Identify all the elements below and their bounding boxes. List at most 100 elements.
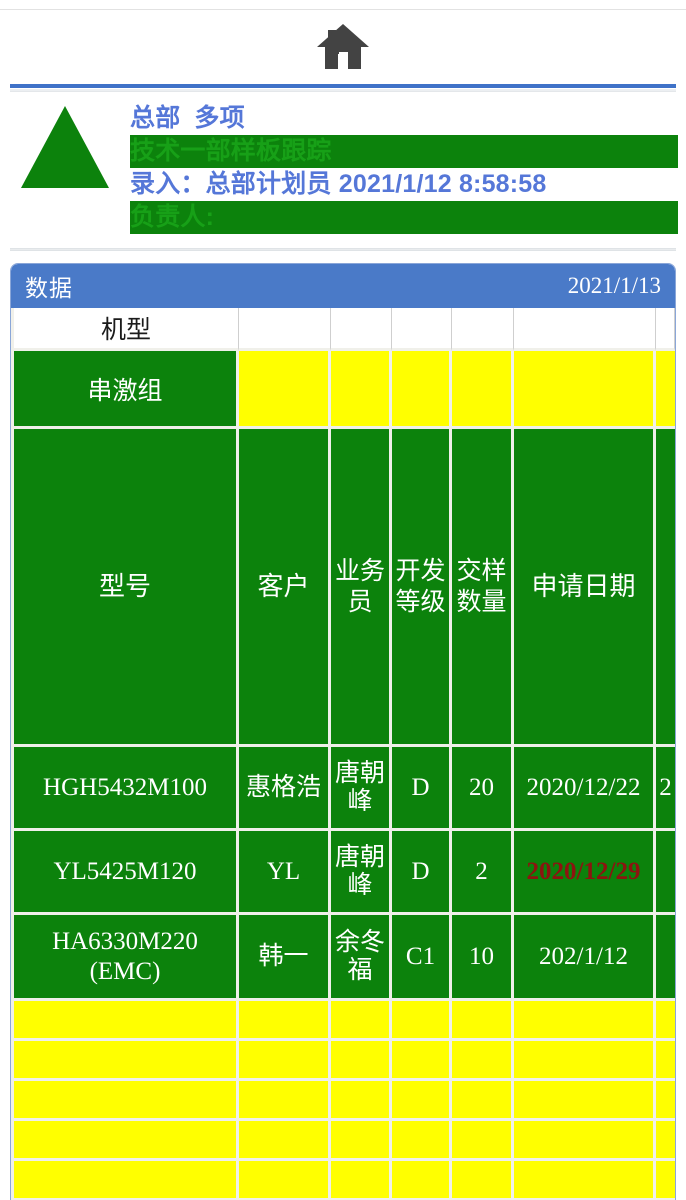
group-row-cell-2[interactable] bbox=[239, 351, 331, 429]
empty-cell[interactable] bbox=[514, 1041, 656, 1081]
table-row-empty[interactable] bbox=[11, 1001, 675, 1041]
empty-cell[interactable] bbox=[392, 1161, 452, 1200]
empty-cell[interactable] bbox=[331, 1121, 392, 1161]
column-header-model[interactable]: 型号 bbox=[11, 429, 239, 747]
empty-cell[interactable] bbox=[656, 1001, 675, 1041]
record-entry-label: 录入： bbox=[130, 170, 206, 198]
cell-sales[interactable]: 唐朝峰 bbox=[331, 831, 392, 915]
table-row-empty[interactable] bbox=[11, 1121, 675, 1161]
group-row-cell-6[interactable] bbox=[514, 351, 656, 429]
table-row[interactable]: HA6330M220 (EMC) 韩一 余冬福 C1 10 202/1/12 bbox=[11, 915, 675, 1001]
table-row-empty[interactable] bbox=[11, 1161, 675, 1200]
empty-cell[interactable] bbox=[514, 1161, 656, 1200]
cell-grade[interactable]: D bbox=[392, 747, 452, 831]
cell-sales[interactable]: 唐朝峰 bbox=[331, 747, 392, 831]
empty-cell[interactable] bbox=[239, 1161, 331, 1200]
empty-cell[interactable] bbox=[239, 1041, 331, 1081]
table-row[interactable]: HGH5432M100 惠格浩 唐朝峰 D 20 2020/12/22 2 bbox=[11, 747, 675, 831]
empty-cell[interactable] bbox=[656, 1081, 675, 1121]
cell-qty[interactable]: 20 bbox=[452, 747, 514, 831]
data-panel-date: 2021/1/13 bbox=[567, 273, 661, 298]
empty-cell[interactable] bbox=[392, 1001, 452, 1041]
record-entry-line: 录入：总部计划员 2021/1/12 8:58:58 bbox=[130, 168, 678, 201]
app-root: 总部 多项 技术一部样板跟踪 录入：总部计划员 2021/1/12 8:58:58… bbox=[0, 0, 686, 1200]
empty-cell[interactable] bbox=[239, 1121, 331, 1161]
record-entry-user: 总部计划员 bbox=[205, 170, 332, 198]
empty-cell[interactable] bbox=[656, 1041, 675, 1081]
record-entry-datetime: 2021/1/12 8:58:58 bbox=[338, 170, 547, 198]
record-org-type: 多项 bbox=[194, 104, 245, 132]
empty-cell[interactable] bbox=[11, 1001, 239, 1041]
data-panel-title: 数据 bbox=[25, 275, 73, 301]
home-nav-card[interactable] bbox=[10, 10, 676, 88]
cell-model[interactable]: HGH5432M100 bbox=[11, 747, 239, 831]
column-header-sales[interactable]: 业务员 bbox=[331, 429, 392, 747]
cell-qty[interactable]: 2 bbox=[452, 831, 514, 915]
empty-cell[interactable] bbox=[452, 1161, 514, 1200]
group-row-cell-4[interactable] bbox=[392, 351, 452, 429]
machine-row-blank-7 bbox=[656, 308, 675, 351]
empty-cell[interactable] bbox=[11, 1121, 239, 1161]
empty-cell[interactable] bbox=[452, 1001, 514, 1041]
cell-applied[interactable]: 2020/12/22 bbox=[514, 747, 656, 831]
cell-qty[interactable]: 10 bbox=[452, 915, 514, 1001]
cell-overflow[interactable] bbox=[656, 915, 675, 1001]
cell-client[interactable]: 惠格浩 bbox=[239, 747, 331, 831]
column-header-qty[interactable]: 交样数量 bbox=[452, 429, 514, 747]
table-row-empty[interactable] bbox=[11, 1041, 675, 1081]
cell-model[interactable]: HA6330M220 (EMC) bbox=[11, 915, 239, 1001]
record-info-lines: 总部 多项 技术一部样板跟踪 录入：总部计划员 2021/1/12 8:58:58… bbox=[130, 102, 686, 234]
machine-row-blank-4 bbox=[392, 308, 452, 351]
status-strip bbox=[0, 0, 686, 10]
empty-cell[interactable] bbox=[331, 1001, 392, 1041]
empty-cell[interactable] bbox=[331, 1161, 392, 1200]
column-header-grade[interactable]: 开发等级 bbox=[392, 429, 452, 747]
empty-cell[interactable] bbox=[11, 1081, 239, 1121]
empty-cell[interactable] bbox=[331, 1081, 392, 1121]
column-header-client[interactable]: 客户 bbox=[239, 429, 331, 747]
table-row-group[interactable]: 串激组 bbox=[11, 351, 675, 429]
cell-client[interactable]: YL bbox=[239, 831, 331, 915]
empty-cell[interactable] bbox=[392, 1041, 452, 1081]
empty-cell[interactable] bbox=[392, 1081, 452, 1121]
empty-cell[interactable] bbox=[514, 1001, 656, 1041]
cell-overflow[interactable]: 2 bbox=[656, 747, 675, 831]
data-panel: 数据 2021/1/13 机型 串激组 型号 客户 业务员 开发等级 交样数量 … bbox=[10, 263, 676, 1200]
group-row-cell-7[interactable] bbox=[656, 351, 675, 429]
table-row[interactable]: YL5425M120 YL 唐朝峰 D 2 2020/12/29 bbox=[11, 831, 675, 915]
table-row-empty[interactable] bbox=[11, 1081, 675, 1121]
empty-cell[interactable] bbox=[514, 1121, 656, 1161]
machine-row-blank-5 bbox=[452, 308, 514, 351]
record-org: 总部 bbox=[130, 104, 181, 132]
group-row-cell-3[interactable] bbox=[331, 351, 392, 429]
empty-cell[interactable] bbox=[452, 1121, 514, 1161]
empty-cell[interactable] bbox=[392, 1121, 452, 1161]
column-header-applied[interactable]: 申请日期 bbox=[514, 429, 656, 747]
empty-cell[interactable] bbox=[452, 1081, 514, 1121]
empty-cell[interactable] bbox=[452, 1041, 514, 1081]
empty-cell[interactable] bbox=[239, 1081, 331, 1121]
cell-sales[interactable]: 余冬福 bbox=[331, 915, 392, 1001]
group-row-cell-5[interactable] bbox=[452, 351, 514, 429]
table-header-row: 型号 客户 业务员 开发等级 交样数量 申请日期 bbox=[11, 429, 675, 747]
empty-cell[interactable] bbox=[11, 1161, 239, 1200]
cell-model[interactable]: YL5425M120 bbox=[11, 831, 239, 915]
cell-client[interactable]: 韩一 bbox=[239, 915, 331, 1001]
cell-grade[interactable]: C1 bbox=[392, 915, 452, 1001]
empty-cell[interactable] bbox=[656, 1121, 675, 1161]
cell-applied[interactable]: 2020/12/29 bbox=[514, 831, 656, 915]
column-header-overflow[interactable] bbox=[656, 429, 675, 747]
empty-cell[interactable] bbox=[11, 1041, 239, 1081]
cell-applied[interactable]: 202/1/12 bbox=[514, 915, 656, 1001]
empty-cell[interactable] bbox=[331, 1041, 392, 1081]
cell-model-line2: (EMC) bbox=[89, 957, 161, 985]
machine-row-blank-2 bbox=[239, 308, 331, 351]
home-icon[interactable] bbox=[311, 15, 375, 79]
cell-grade[interactable]: D bbox=[392, 831, 452, 915]
empty-cell[interactable] bbox=[656, 1161, 675, 1200]
machine-type-label: 机型 bbox=[11, 308, 239, 351]
empty-cell[interactable] bbox=[239, 1001, 331, 1041]
cell-overflow[interactable] bbox=[656, 831, 675, 915]
empty-cell[interactable] bbox=[514, 1081, 656, 1121]
group-name-cell[interactable]: 串激组 bbox=[11, 351, 239, 429]
